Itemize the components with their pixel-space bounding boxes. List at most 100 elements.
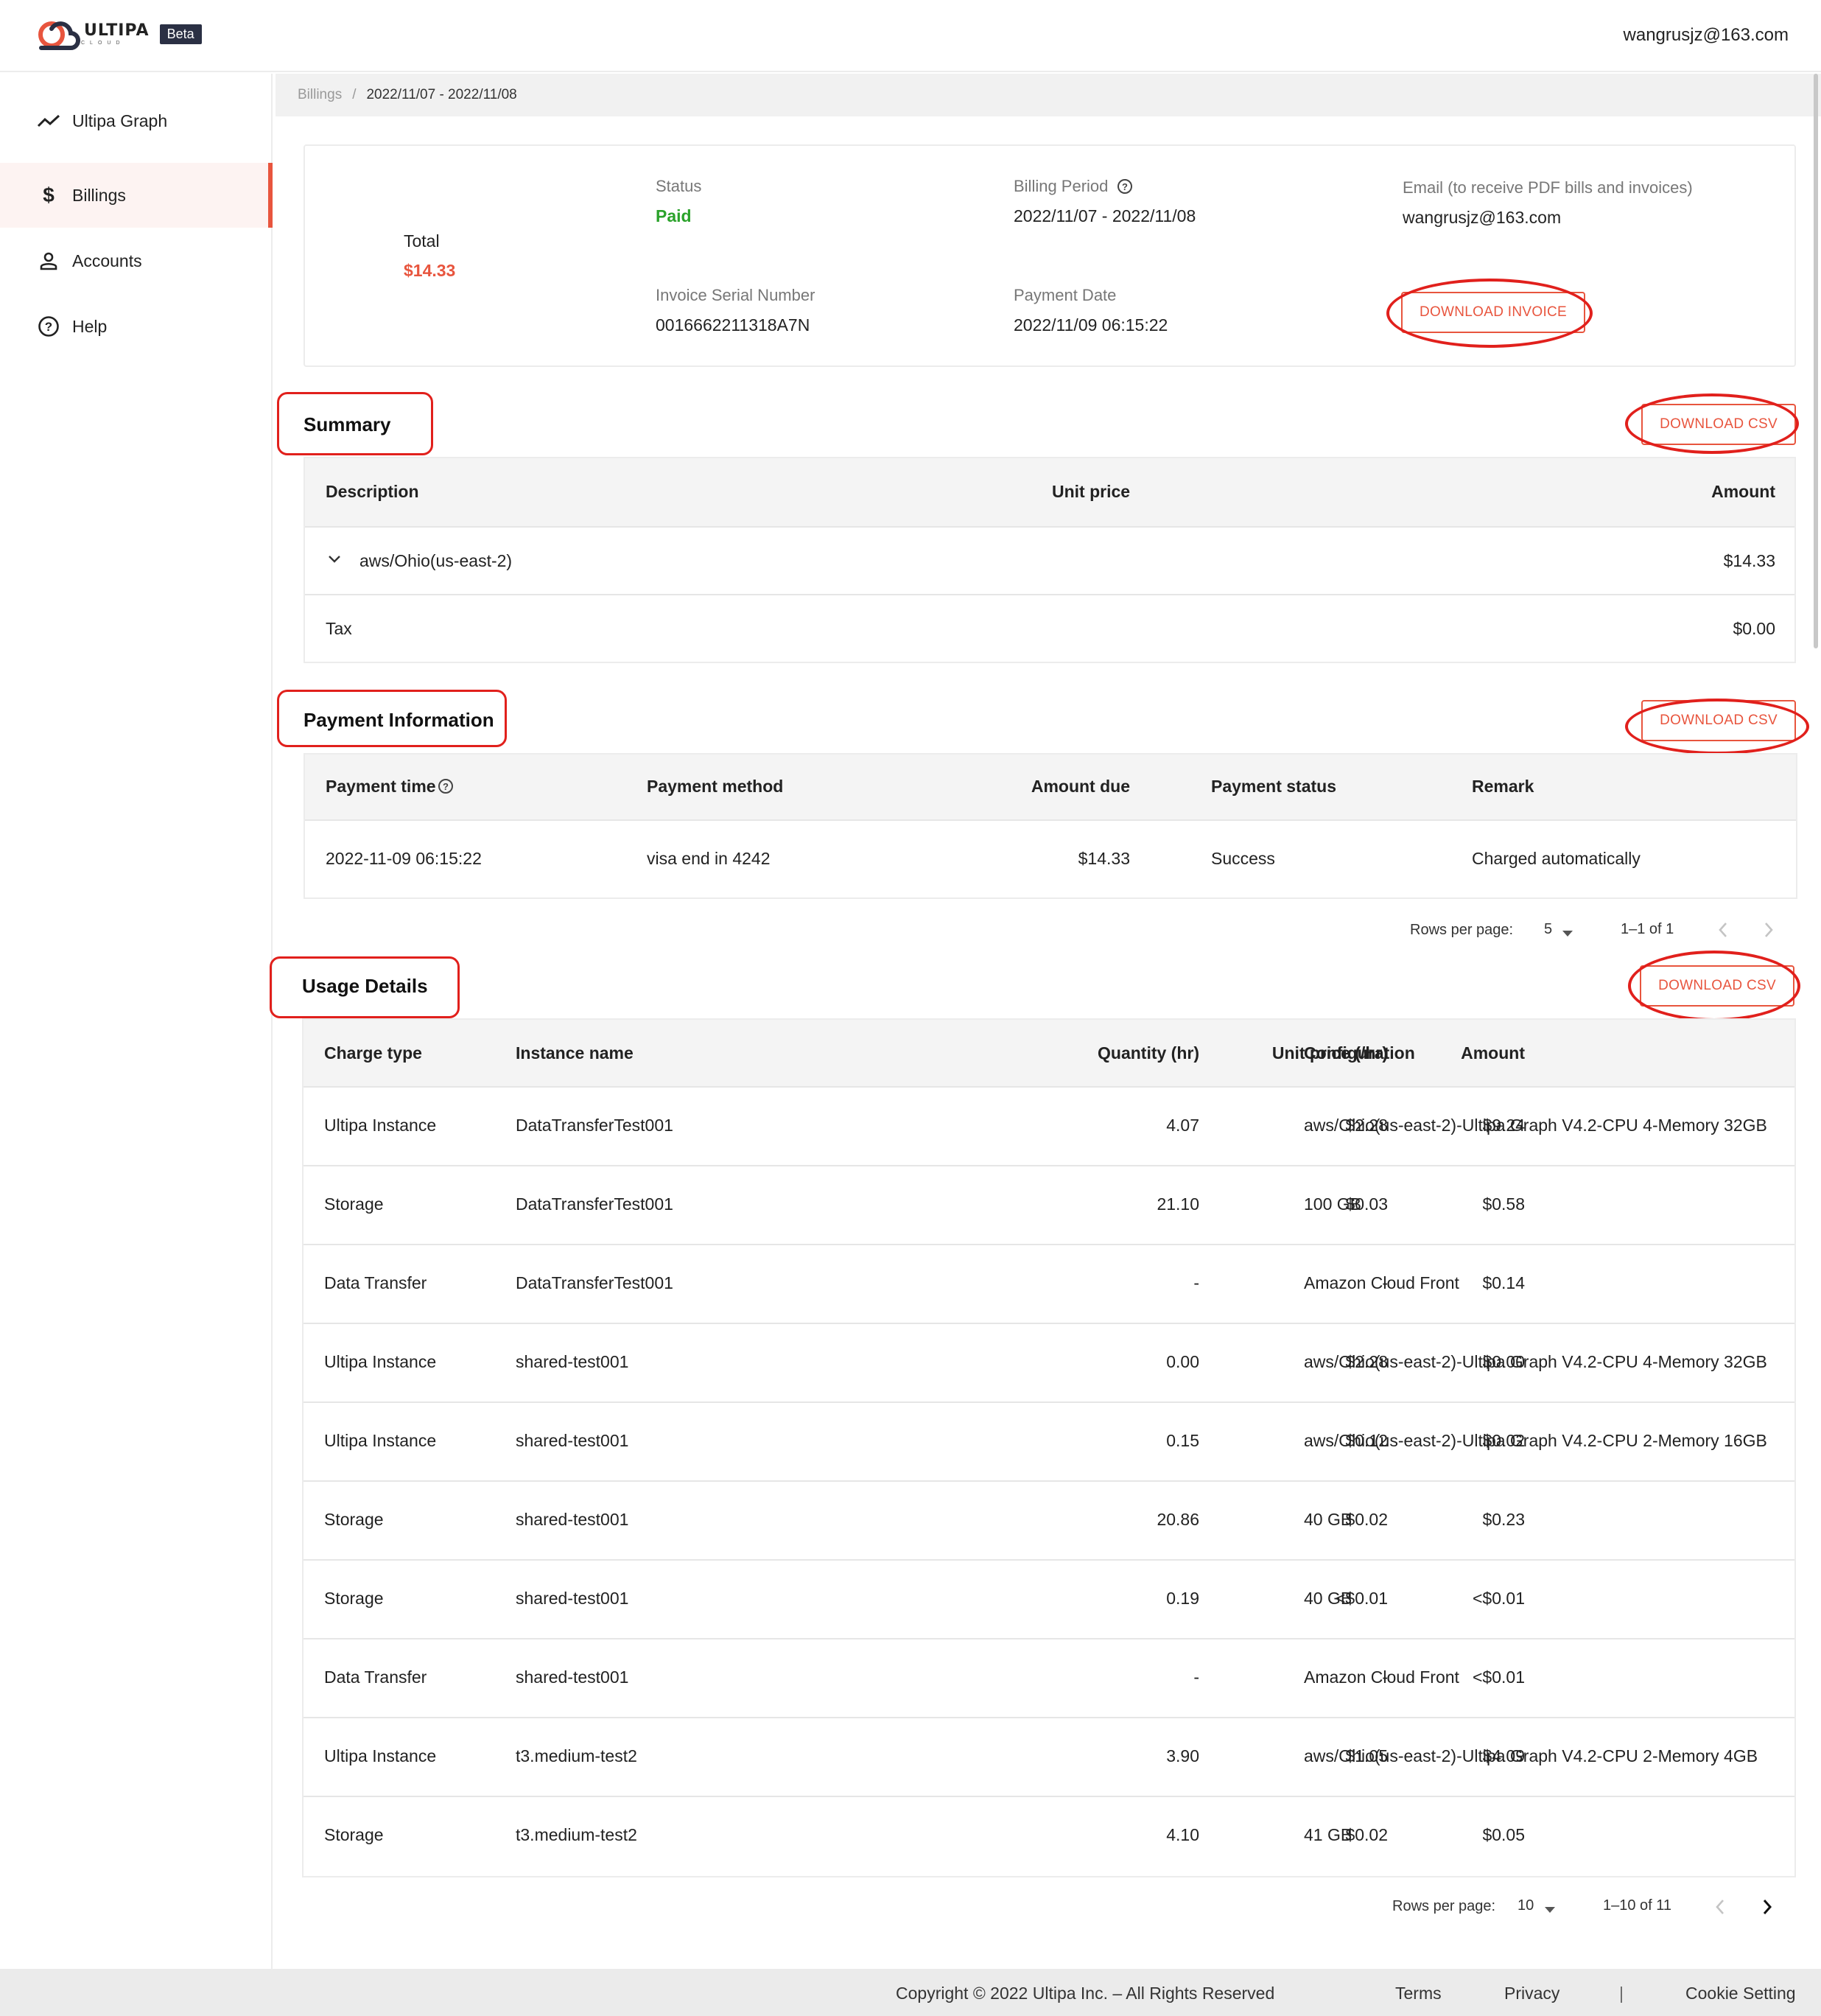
footer-terms-link[interactable]: Terms xyxy=(1395,1984,1442,2003)
payment-table: Payment time ? Payment method Amount due… xyxy=(304,753,1797,899)
rows-per-page-select[interactable]: 5 xyxy=(1544,921,1552,938)
table-row[interactable]: aws/Ohio(us-east-2) $14.33 xyxy=(305,528,1794,595)
usage-row-instance: DataTransferTest001 xyxy=(516,1273,673,1292)
page-scrollbar[interactable] xyxy=(1814,74,1818,648)
next-page-icon[interactable] xyxy=(1761,1898,1774,1919)
usage-row-instance: DataTransferTest001 xyxy=(516,1194,673,1214)
summary-title: Summary xyxy=(304,413,391,435)
person-icon xyxy=(35,248,62,274)
breadcrumb-separator: / xyxy=(352,87,357,102)
payment-header-amount-due: Amount due xyxy=(1031,777,1130,796)
usage-row-amount: $0.23 xyxy=(1482,1510,1525,1529)
table-row: 2022-11-09 06:15:22 visa end in 4242 $14… xyxy=(305,821,1796,899)
billing-period-help-icon[interactable]: ? xyxy=(1117,178,1133,198)
chevron-down-icon[interactable] xyxy=(327,554,342,568)
svg-text:?: ? xyxy=(45,320,52,334)
table-row: Tax $0.00 xyxy=(305,595,1794,663)
table-row: Ultipa Instance shared-test001 0.00 $2.28 $0… xyxy=(304,1324,1794,1403)
user-email[interactable]: wangrusjz@163.com xyxy=(1624,25,1789,46)
top-bar: ULTIPA CLOUD Beta wangrusjz@163.com xyxy=(0,0,1821,72)
logo-word: ULTIPA xyxy=(84,21,150,40)
billing-period-label: Billing Period xyxy=(1014,177,1109,195)
summary-table: Description Unit price Amount aws/Ohio(u… xyxy=(304,457,1796,663)
usage-row-quantity: 0.15 xyxy=(1166,1431,1199,1450)
breadcrumb-billings-link[interactable]: Billings xyxy=(298,87,342,103)
sidebar-item-billings[interactable]: $ Billings xyxy=(0,163,273,228)
footer-privacy-link[interactable]: Privacy xyxy=(1504,1984,1559,2003)
total-value: $14.33 xyxy=(404,261,456,280)
usage-row-instance: t3.medium-test2 xyxy=(516,1825,637,1844)
payment-date-label: Payment Date xyxy=(1014,286,1117,304)
usage-row-configuration: 41 GB xyxy=(1304,1825,1352,1844)
usage-row-instance: shared-test001 xyxy=(516,1352,629,1371)
usage-row-amount: $0.58 xyxy=(1482,1194,1525,1214)
sidebar-item-label: Help xyxy=(72,316,108,336)
usage-row-configuration: aws/Ohio(us-east-2)-Ultipa Graph V4.2-CP… xyxy=(1304,1431,1767,1450)
usage-row-quantity: 20.86 xyxy=(1157,1510,1199,1529)
table-row: Data Transfer shared-test001- - <$0.01 Amazo… xyxy=(304,1639,1794,1718)
cloud-logo-icon xyxy=(38,21,80,50)
annotation-circle xyxy=(1628,951,1800,1021)
beta-badge: Beta xyxy=(159,24,202,44)
caret-down-icon[interactable] xyxy=(1562,928,1573,941)
breadcrumb: Billings / 2022/11/07 - 2022/11/08 xyxy=(276,74,1821,116)
serial-number-label: Invoice Serial Number xyxy=(656,286,815,304)
payment-row-method: visa end in 4242 xyxy=(647,849,771,868)
usage-header-configuration: Configuration xyxy=(1304,1043,1415,1063)
usage-row-instance: DataTransferTest001 xyxy=(516,1116,673,1135)
payment-time-help-icon[interactable]: ? xyxy=(438,778,454,798)
email-label: Email (to receive PDF bills and invoices… xyxy=(1403,178,1693,197)
usage-row-quantity: - xyxy=(1193,1273,1199,1292)
status-value: Paid xyxy=(656,206,692,225)
summary-row-description: Tax xyxy=(326,619,352,638)
pagination-range: 1–1 of 1 xyxy=(1621,921,1674,937)
sidebar-item-label: Accounts xyxy=(72,251,142,270)
usage-row-quantity: 4.07 xyxy=(1166,1116,1199,1135)
sidebar: Ultipa Graph $ Billings Accounts ? Help xyxy=(0,74,273,1969)
total-label: Total xyxy=(404,231,440,251)
annotation-circle xyxy=(1625,393,1799,454)
ultipa-logo[interactable]: ULTIPA CLOUD Beta xyxy=(35,15,202,53)
payment-header-remark: Remark xyxy=(1472,777,1534,796)
table-row: Ultipa Instance t3.medium-test2 3.90 $1.05 $… xyxy=(304,1718,1794,1797)
sidebar-item-help[interactable]: ? Help xyxy=(0,294,273,359)
breadcrumb-current: 2022/11/07 - 2022/11/08 xyxy=(366,87,517,102)
previous-page-icon[interactable] xyxy=(1713,1898,1727,1919)
usage-row-instance: t3.medium-test2 xyxy=(516,1746,637,1765)
usage-row-amount: <$0.01 xyxy=(1473,1667,1525,1687)
billing-period-value: 2022/11/07 - 2022/11/08 xyxy=(1014,206,1196,225)
usage-row-quantity: 3.90 xyxy=(1166,1746,1199,1765)
usage-header-amount: Amount xyxy=(1461,1043,1525,1063)
next-page-icon[interactable] xyxy=(1762,921,1775,942)
table-row: Ultipa Instance shared-test001 0.15 $0.12 $0… xyxy=(304,1403,1794,1482)
sidebar-item-accounts[interactable]: Accounts xyxy=(0,228,273,293)
usage-row-instance: shared-test001 xyxy=(516,1431,629,1450)
sidebar-item-label: Ultipa Graph xyxy=(72,111,168,130)
table-row: Storage shared-test001 0.19 <$0.01 <$0.01 40 … xyxy=(304,1561,1794,1639)
usage-header-charge-type: Charge type xyxy=(324,1043,422,1063)
rows-per-page-select[interactable]: 10 xyxy=(1518,1897,1534,1914)
previous-page-icon[interactable] xyxy=(1716,921,1730,942)
usage-row-quantity: 4.10 xyxy=(1166,1825,1199,1844)
help-circle-icon: ? xyxy=(35,313,62,340)
payment-information-title: Payment Information xyxy=(304,709,494,731)
caret-down-icon[interactable] xyxy=(1544,1904,1556,1917)
usage-row-amount: $0.14 xyxy=(1482,1273,1525,1292)
annotation-circle xyxy=(1386,279,1593,348)
pagination-range: 1–10 of 11 xyxy=(1603,1897,1672,1914)
table-row: Storage shared-test001 20.86 $0.02 $0.23 40 G… xyxy=(304,1482,1794,1561)
sidebar-item-ultipa-graph[interactable]: Ultipa Graph xyxy=(0,88,273,153)
usage-row-charge-type: Storage xyxy=(324,1510,384,1529)
usage-row-charge-type: Ultipa Instance xyxy=(324,1746,437,1765)
summary-header-amount: Amount xyxy=(1711,482,1775,501)
footer-divider: | xyxy=(1619,1984,1624,2003)
footer-cookie-setting-link[interactable]: Cookie Setting xyxy=(1685,1984,1796,2003)
payment-table-header: Payment time ? Payment method Amount due… xyxy=(305,755,1796,821)
email-value: wangrusjz@163.com xyxy=(1403,208,1562,227)
usage-details-title: Usage Details xyxy=(302,975,428,997)
usage-table-header: Charge type Instance name Quantity (hr) … xyxy=(304,1020,1794,1088)
status-label: Status xyxy=(656,177,702,195)
usage-row-quantity: 21.10 xyxy=(1157,1194,1199,1214)
table-row: Data Transfer DataTransferTest001- - $0.14 A… xyxy=(304,1245,1794,1324)
summary-row-amount: $0.00 xyxy=(1733,619,1775,638)
